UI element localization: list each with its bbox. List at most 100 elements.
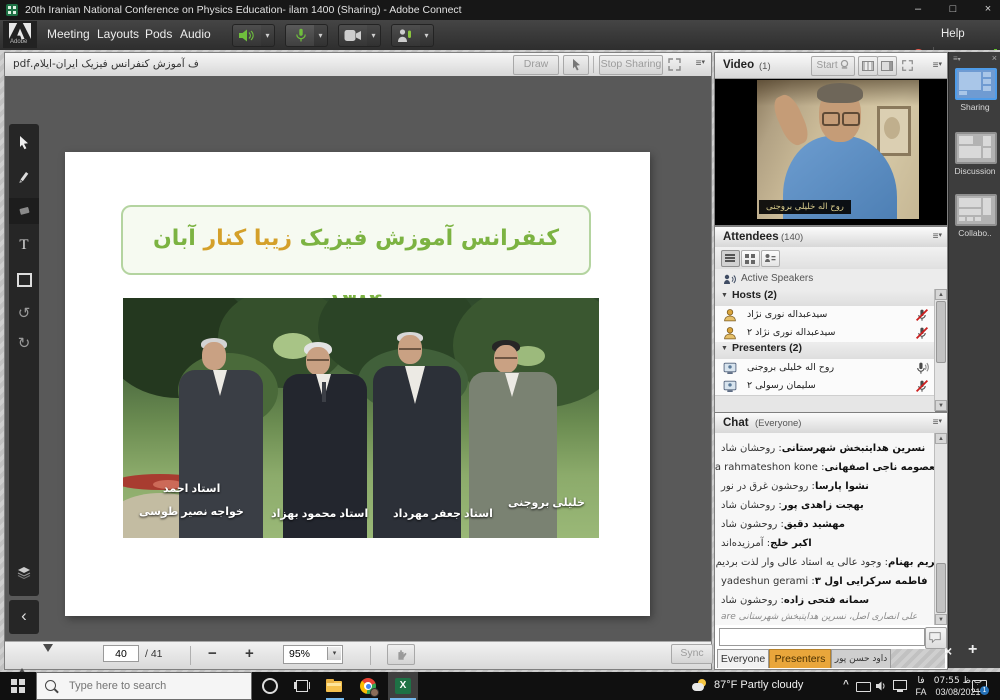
layout-thumb-sharing[interactable] — [955, 68, 997, 100]
minimize-button[interactable]: – — [905, 2, 931, 18]
video-pod-menu-icon[interactable]: ≡▾ — [933, 60, 942, 71]
filmstrip-view-button[interactable] — [858, 56, 878, 76]
fullscreen-button[interactable] — [667, 57, 682, 77]
chrome-icon[interactable] — [360, 678, 376, 694]
start-button[interactable] — [0, 672, 36, 700]
scroll-down-icon[interactable]: ▼ — [935, 614, 947, 625]
task-view-icon[interactable] — [294, 678, 310, 694]
language-indicator[interactable]: فا FA — [912, 675, 930, 698]
status-view-button[interactable] — [761, 250, 780, 267]
share-pod-menu-icon[interactable]: ≡▾ — [696, 58, 705, 69]
menu-pods[interactable]: Pods — [145, 27, 172, 41]
list-view-button[interactable] — [721, 250, 740, 267]
microphone-button[interactable] — [285, 24, 315, 47]
close-button[interactable]: × — [975, 2, 1000, 18]
shape-tool[interactable] — [9, 266, 39, 292]
hosts-group-header[interactable]: ▼Hosts (2) — [715, 289, 935, 307]
excel-active-tile[interactable]: X — [388, 672, 418, 700]
pod-close-icon[interactable]: × — [944, 643, 952, 659]
select-tool[interactable] — [9, 130, 39, 156]
draw-button[interactable]: Draw — [513, 55, 559, 75]
attendees-pod-title: Attendees — [723, 231, 779, 243]
help-menu[interactable]: Help — [941, 28, 965, 40]
attendee-name: سیدعبداله نوری نژاد ۲ — [747, 327, 835, 338]
speaker-dropdown[interactable]: ▾ — [261, 24, 275, 47]
chat-message-list[interactable]: نسرین هدایتبخش شهرستانی: روحشان شاد معصو… — [715, 433, 947, 625]
redo-button[interactable]: ↻ — [9, 332, 39, 358]
scroll-up-icon[interactable]: ▲ — [935, 289, 947, 300]
page-number-input[interactable] — [103, 645, 139, 662]
sync-button[interactable]: Sync — [671, 644, 713, 664]
presenter-icon — [723, 361, 737, 375]
undo-button[interactable]: ↺ — [9, 302, 39, 328]
maximize-button[interactable]: □ — [940, 2, 966, 18]
attendees-pod-menu-icon[interactable]: ≡▾ — [933, 231, 942, 242]
volume-icon[interactable] — [875, 680, 887, 692]
attendee-row[interactable]: سلیمان رسولی ۲ — [715, 377, 935, 396]
grid-view-button[interactable] — [877, 56, 897, 76]
tray-chevron-icon[interactable]: ^ — [843, 679, 849, 690]
touch-keyboard-icon[interactable] — [856, 682, 871, 692]
set-status-button[interactable] — [391, 24, 421, 47]
weather-icon — [692, 679, 708, 692]
status-view-icon — [764, 253, 776, 264]
layout-label-sharing[interactable]: Sharing — [949, 102, 1000, 112]
webcam-button[interactable] — [338, 24, 368, 47]
attendee-row[interactable]: روح اله خلیلی بروجنی — [715, 359, 935, 378]
page-up-button[interactable] — [17, 651, 27, 669]
menu-layouts[interactable]: Layouts — [97, 27, 139, 41]
attendee-row[interactable]: سیدعبداله نوری نژاد ۲ — [715, 324, 935, 343]
pod-add-icon[interactable]: + — [968, 641, 977, 659]
page-down-button[interactable] — [43, 652, 53, 670]
scroll-up-icon[interactable]: ▲ — [935, 433, 947, 444]
cortana-icon[interactable] — [262, 678, 278, 694]
chat-scrollbar[interactable]: ▲ ▼ — [934, 433, 947, 625]
toolbar-collapse-button[interactable]: ‹ — [9, 600, 39, 634]
chat-pod-menu-icon[interactable]: ≡▾ — [933, 417, 942, 428]
action-center-icon[interactable]: 1 — [972, 680, 987, 692]
pan-tool-button[interactable] — [387, 644, 415, 665]
attendees-toolbar — [715, 247, 947, 270]
stop-sharing-button[interactable]: Stop Sharing — [599, 55, 663, 75]
text-tool[interactable]: T — [9, 232, 39, 258]
breakout-view-button[interactable] — [741, 250, 760, 267]
chat-tab-everyone[interactable]: Everyone — [717, 649, 769, 668]
start-webcam-button[interactable]: Start — [811, 56, 855, 76]
attendee-row[interactable]: سیدعبداله نوری نژاد — [715, 306, 935, 325]
attendees-scrollbar[interactable]: ▲ ▼ — [934, 289, 947, 411]
eraser-tool[interactable] — [9, 198, 39, 224]
chat-tab-private[interactable]: داود حسن پور — [831, 649, 891, 668]
marker-tool[interactable] — [9, 164, 39, 190]
status-dropdown[interactable]: ▾ — [420, 24, 434, 47]
layouts-close-icon[interactable]: × — [992, 53, 997, 63]
presenters-group-header[interactable]: ▼Presenters (2) — [715, 342, 935, 360]
scrollbar-thumb[interactable] — [936, 563, 946, 613]
webcam-dropdown[interactable]: ▾ — [367, 24, 381, 47]
chat-message: نسرین هدایتبخش شهرستانی: روحشان شاد — [715, 439, 947, 458]
speaker-button[interactable] — [232, 24, 262, 47]
chat-tab-presenters[interactable]: Presenters — [769, 649, 831, 668]
scrollbar-thumb[interactable] — [936, 301, 946, 363]
weather-label[interactable]: 87°F Partly cloudy — [714, 679, 803, 691]
file-explorer-icon[interactable] — [326, 678, 342, 694]
network-display-icon[interactable] — [893, 680, 907, 690]
chat-input[interactable] — [719, 628, 925, 646]
layout-label-collaboration[interactable]: Collabo.. — [949, 228, 1000, 238]
zoom-out-button[interactable]: − — [208, 645, 217, 662]
layout-thumb-collaboration[interactable] — [955, 194, 997, 226]
scroll-down-icon[interactable]: ▼ — [935, 400, 947, 411]
layout-thumb-discussion[interactable] — [955, 132, 997, 164]
microphone-dropdown[interactable]: ▾ — [314, 24, 328, 47]
zoom-in-button[interactable]: + — [245, 645, 254, 662]
search-input[interactable] — [67, 679, 241, 693]
pointer-tool-button[interactable] — [563, 55, 589, 75]
share-pod: ف آموزش کنفرانس فیزیک ایران-ایلام.pdf Dr… — [4, 52, 712, 670]
menu-audio[interactable]: Audio — [180, 27, 211, 41]
taskbar-search[interactable] — [36, 672, 252, 700]
layouts-menu-icon[interactable]: ≡▾ — [953, 54, 961, 63]
menu-meeting[interactable]: Meeting — [47, 27, 90, 41]
layout-label-discussion[interactable]: Discussion — [949, 166, 1000, 176]
video-fullscreen-button[interactable] — [901, 59, 914, 77]
zoom-level-select[interactable]: 95% ▾ — [283, 645, 343, 664]
layers-button[interactable] — [9, 560, 39, 586]
